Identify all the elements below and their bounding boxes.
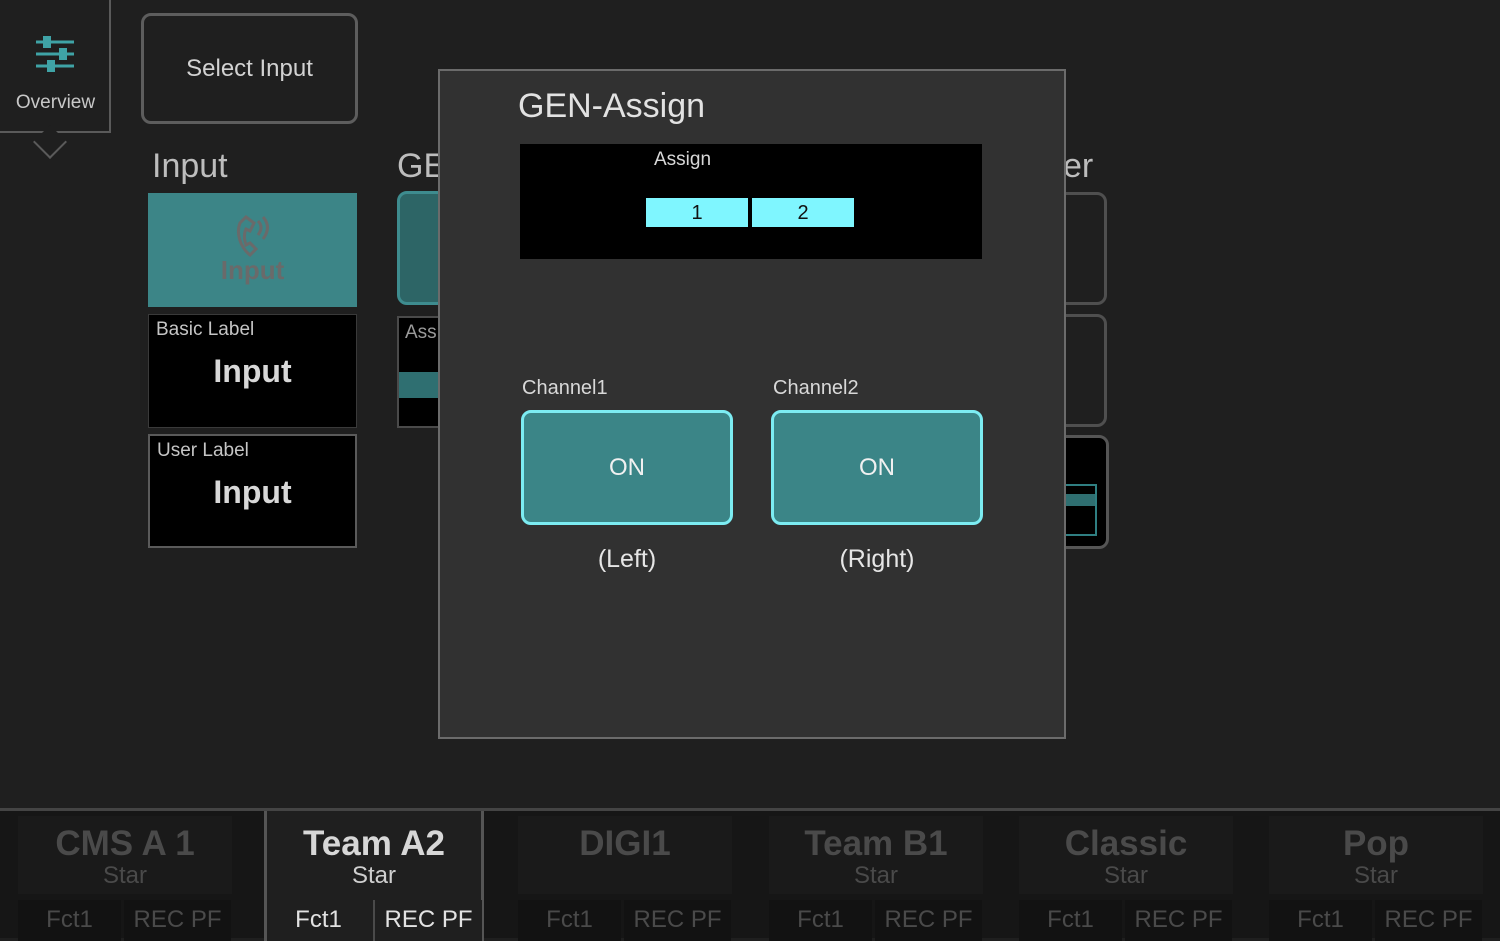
strip-cms-a1[interactable]: CMS A 1 Star Fct1 REC PF [18, 816, 232, 941]
user-label-value: Input [213, 474, 292, 510]
strip-sub: Star [351, 862, 396, 889]
strip-name: CMS A 1 [55, 824, 195, 863]
strip-pop[interactable]: Pop Star Fct1 REC PF [1269, 816, 1483, 941]
strip-name: Pop [1342, 824, 1410, 863]
assign-segment-1[interactable]: 1 [646, 198, 748, 227]
strip-rec-button[interactable]: REC PF [875, 900, 982, 941]
strip-fct-button[interactable]: Fct1 [769, 900, 872, 941]
strip-sub: Star [1353, 862, 1398, 889]
strip-head: Pop Star [1269, 816, 1483, 894]
strip-name: Team B1 [804, 824, 948, 863]
strip-rec-button[interactable]: REC PF [1375, 900, 1482, 941]
strip-rec-button[interactable]: REC PF [624, 900, 731, 941]
channel1-on-button[interactable]: ON [521, 410, 733, 525]
user-label-box[interactable]: User Label Input [148, 434, 357, 548]
input-tile-label: Input [220, 255, 285, 285]
basic-label-value: Input [213, 353, 292, 389]
strip-name: DIGI1 [579, 824, 671, 863]
strip-rec-button[interactable]: REC PF [1125, 900, 1232, 941]
strip-head: Team B1 Star [769, 816, 983, 894]
strip-name: Team A2 [303, 824, 445, 863]
strip-digi1[interactable]: DIGI1 Fct1 REC PF [518, 816, 732, 941]
strip-name: Classic [1064, 824, 1188, 863]
strip-fct-button[interactable]: Fct1 [1019, 900, 1122, 941]
overview-tab[interactable]: Overview [0, 0, 111, 159]
gen-assign-caption-partial: Ass [405, 322, 437, 343]
strip-head: Classic Star [1019, 816, 1233, 894]
right-box-3-meter-fill [1065, 494, 1095, 506]
strip-head: CMS A 1 Star [18, 816, 232, 894]
input-tile[interactable]: Input [148, 193, 357, 307]
channel2-on-button[interactable]: ON [771, 410, 983, 525]
assign-segment-2[interactable]: 2 [752, 198, 854, 227]
strip-head: DIGI1 [518, 816, 732, 894]
phone-signal-icon [236, 215, 269, 258]
channel2-label: Channel2 [773, 377, 859, 399]
channel1-label: Channel1 [522, 377, 608, 399]
channel2-side-label: (Right) [839, 545, 915, 573]
right-section-title: er [1063, 147, 1094, 185]
assign-panel: Assign 1 2 [520, 144, 982, 259]
channel-strip-bar: CMS A 1 Star Fct1 REC PF Team A2 Star Fc… [0, 808, 1500, 941]
user-label-caption: User Label [157, 440, 249, 461]
strip-fct-button[interactable]: Fct1 [518, 900, 621, 941]
assign-caption: Assign [654, 149, 712, 170]
strip-classic[interactable]: Classic Star Fct1 REC PF [1019, 816, 1233, 941]
select-input-button[interactable]: Select Input [141, 13, 358, 124]
strip-team-a2[interactable]: Team A2 Star Fct1 REC PF [267, 816, 482, 941]
right-box-3-meter [1063, 484, 1097, 536]
strip-sub: Star [1103, 862, 1148, 889]
strip-fct-button[interactable]: Fct1 [1269, 900, 1372, 941]
strip-sub: Star [853, 862, 898, 889]
strip-team-b1[interactable]: Team B1 Star Fct1 REC PF [769, 816, 983, 941]
strip-fct-button[interactable]: Fct1 [18, 900, 121, 941]
strip-fct-button[interactable]: Fct1 [267, 900, 370, 941]
basic-label-box[interactable]: Basic Label Input [148, 314, 357, 428]
sliders-icon [36, 36, 74, 72]
dialog-title: GEN-Assign [518, 87, 706, 125]
strip-rec-button[interactable]: REC PF [124, 900, 231, 941]
overview-tab-pointer [33, 125, 67, 159]
input-section-title: Input [152, 147, 228, 185]
strip-sub: Star [102, 862, 147, 889]
channel1-side-label: (Left) [597, 545, 657, 573]
strip-head: Team A2 Star [267, 816, 481, 894]
overview-label: Overview [15, 92, 96, 113]
gen-assign-dialog: GEN-Assign Assign 1 2 Channel1 Channel2 … [438, 69, 1066, 739]
strip-rec-button[interactable]: REC PF [373, 900, 482, 941]
basic-label-caption: Basic Label [156, 319, 255, 340]
